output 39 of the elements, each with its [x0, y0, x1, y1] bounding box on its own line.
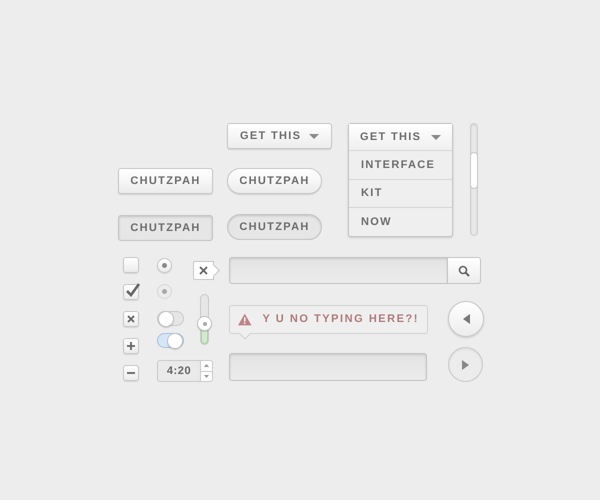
warning-icon [238, 313, 252, 326]
previous-button[interactable] [448, 301, 484, 337]
search-field[interactable] [229, 257, 448, 284]
radio-button[interactable] [157, 258, 172, 273]
close-icon [199, 266, 208, 275]
plus-icon [125, 340, 137, 352]
toggle-switch[interactable] [157, 311, 184, 326]
stepper-up-button[interactable] [201, 360, 213, 372]
text-field[interactable] [229, 353, 427, 381]
toggle-switch[interactable] [157, 333, 184, 348]
menu-item[interactable]: NOW [349, 207, 452, 236]
stepper-down-button[interactable] [201, 372, 213, 382]
next-button[interactable] [448, 347, 483, 382]
checkbox[interactable] [123, 284, 139, 300]
scrollbar[interactable] [470, 123, 478, 236]
alert-text: Y U NO TYPING HERE?! [262, 312, 419, 328]
chutzpah-button[interactable]: CHUTZPAH [227, 168, 322, 194]
dropdown-button[interactable]: GET THIS [227, 123, 332, 149]
checkbox[interactable] [123, 257, 139, 273]
caret-up-icon [204, 364, 209, 368]
caret-down-icon [204, 374, 209, 378]
vertical-slider[interactable] [200, 294, 209, 345]
menu-item[interactable]: INTERFACE [349, 151, 452, 179]
time-field[interactable]: 4:20 [157, 360, 201, 382]
minus-button[interactable] [123, 365, 139, 381]
search-icon [458, 264, 470, 276]
left-triangle-icon [462, 314, 470, 324]
menu-item[interactable]: KIT [349, 178, 452, 208]
chutzpah-button[interactable]: CHUTZPAH [118, 215, 213, 241]
caret-icon [309, 134, 319, 138]
dropdown-button[interactable]: GET THIS [349, 124, 452, 151]
chutzpah-button[interactable]: CHUTZPAH [227, 214, 322, 240]
right-triangle-icon [462, 360, 469, 370]
close-button[interactable] [123, 311, 139, 327]
close-icon [125, 313, 137, 325]
chutzpah-button[interactable]: CHUTZPAH [118, 168, 213, 194]
caret-icon [431, 134, 441, 140]
search-button[interactable] [448, 257, 481, 284]
plus-button[interactable] [123, 338, 139, 354]
